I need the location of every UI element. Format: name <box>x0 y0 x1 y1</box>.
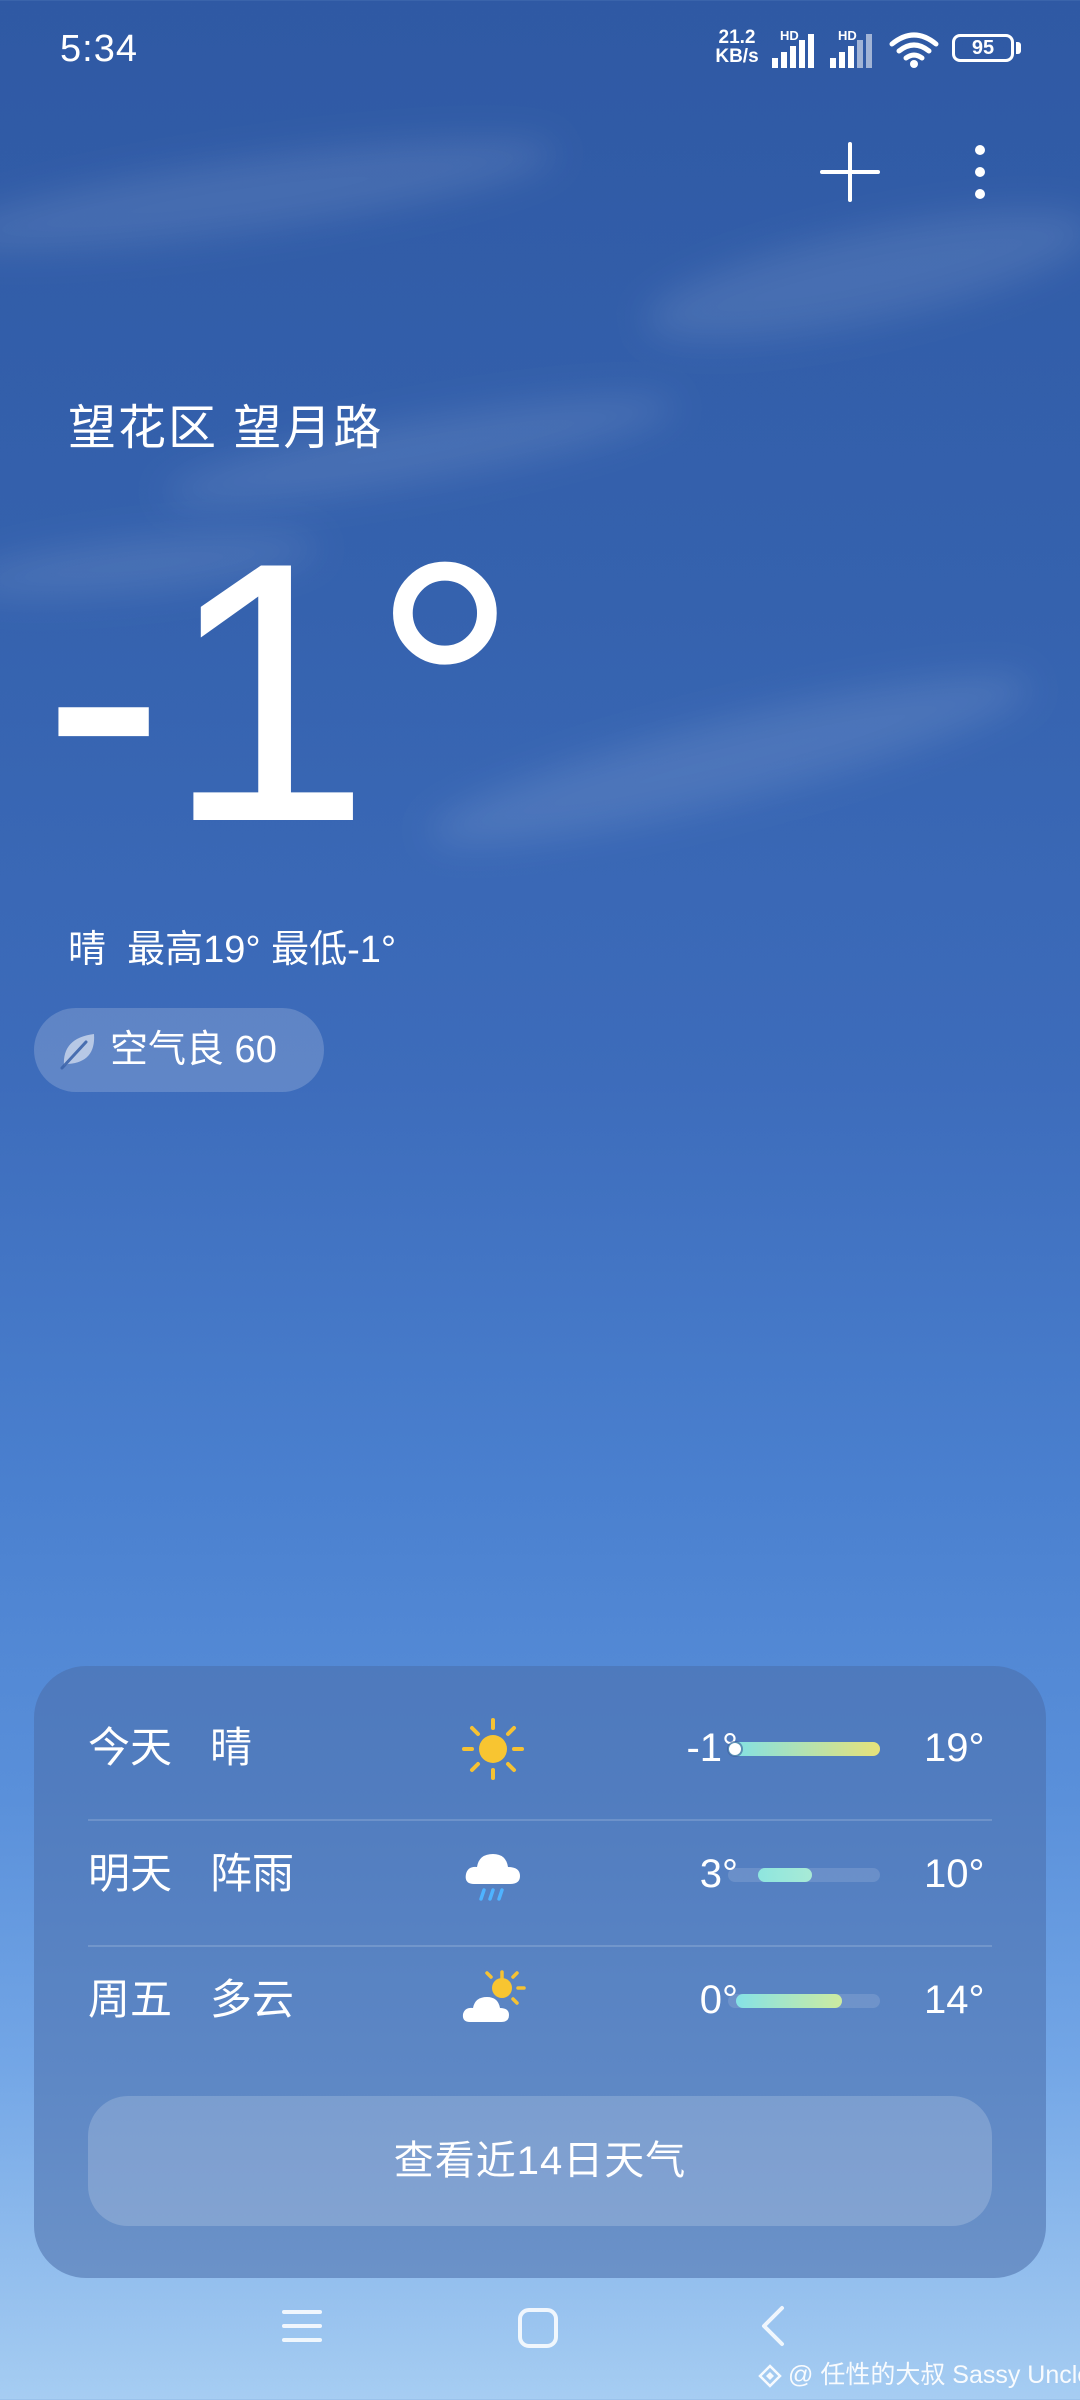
back-chevron-icon[interactable] <box>752 2302 796 2350</box>
forecast-row[interactable]: 周五 多云 0° 14° <box>34 1938 1046 2062</box>
home-square-icon[interactable] <box>514 2304 562 2352</box>
temperature-range-fill <box>735 1994 842 2008</box>
wifi-icon <box>888 30 940 75</box>
add-city-button[interactable] <box>816 138 884 206</box>
forecast-card: 今天 晴 -1° 19° 明天 阵雨 3° 10° 周五 多云 0° 14° 查… <box>34 1666 1046 2278</box>
plus-icon <box>820 142 880 202</box>
forecast-day: 周五 <box>88 1976 173 2023</box>
sim2-hd-tag: HD <box>838 28 857 43</box>
network-speed-unit: KB/s <box>715 46 759 67</box>
today-summary: 晴 最高19° 最低-1° <box>68 929 397 971</box>
network-speed-value: 21.2 <box>718 27 756 48</box>
signal-sim2-icon: HD <box>828 28 878 75</box>
sky-cloud-streak <box>635 183 1080 367</box>
temperature-range-bar <box>728 1994 880 2008</box>
current-temperature-text: -1° <box>42 520 519 880</box>
forecast-day: 明天 <box>88 1850 173 1897</box>
network-speed: 21.2 KB/s <box>712 28 762 66</box>
forecast-high: 19° <box>924 1726 985 1770</box>
forecast-row[interactable]: 今天 晴 -1° 19° <box>34 1686 1046 1810</box>
signal-sim1-icon: HD <box>770 28 820 75</box>
view-14-day-forecast-button[interactable]: 查看近14日天气 <box>88 2096 992 2226</box>
forecast-row[interactable]: 明天 阵雨 3° 10° <box>34 1812 1046 1936</box>
temperature-range-fill <box>758 1868 812 1882</box>
temperature-range-bar <box>728 1868 880 1882</box>
battery-tip <box>1016 42 1021 54</box>
forecast-condition: 晴 <box>210 1724 253 1771</box>
sky-cloud-streak <box>0 117 562 273</box>
current-temperature-dot <box>729 1743 741 1755</box>
temperature-range-fill <box>728 1742 880 1756</box>
forecast-high: 10° <box>924 1852 985 1896</box>
location-title: 望花区 望月路 <box>68 402 384 455</box>
leaf-icon <box>60 1034 95 1070</box>
air-quality-chip[interactable]: 空气良 60 <box>34 1008 324 1092</box>
battery-level: 95 <box>971 37 995 59</box>
status-bar: 5:34 21.2 KB/s HD HD 95 <box>0 0 1080 100</box>
current-temperature: -1° <box>42 520 519 880</box>
sun-icon <box>462 1718 524 1780</box>
forecast-high: 14° <box>924 1978 985 2022</box>
forecast-condition: 阵雨 <box>210 1850 295 1897</box>
air-quality-label: 空气良 60 <box>110 1029 277 1071</box>
sim1-hd-tag: HD <box>780 28 799 43</box>
watermark-text: @ 任性的大叔 Sassy Uncle <box>788 2361 1080 2389</box>
forecast-condition: 多云 <box>210 1976 295 2023</box>
menu-icon[interactable] <box>280 2304 324 2348</box>
more-vertical-icon <box>975 145 985 199</box>
rain-cloud-icon <box>465 1854 520 1901</box>
status-time: 5:34 <box>60 28 138 70</box>
forecast-day: 今天 <box>88 1724 173 1771</box>
temperature-range-bar <box>728 1742 880 1756</box>
partly-cloudy-icon <box>462 1970 526 2022</box>
watermark-logo-icon <box>758 2364 782 2388</box>
more-options-button[interactable] <box>950 138 1010 206</box>
watermark: @ 任性的大叔 Sassy Uncle <box>758 2358 1080 2392</box>
